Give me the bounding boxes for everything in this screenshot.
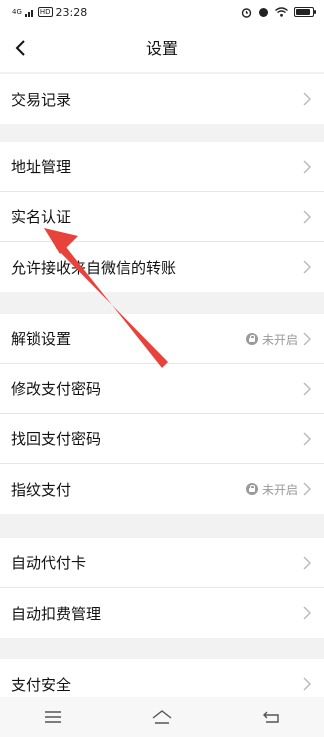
settings-group-auto-pay: 自动代付卡 自动扣费管理 xyxy=(0,538,324,638)
chevron-right-icon xyxy=(303,382,312,396)
back-return-icon[interactable] xyxy=(262,710,280,724)
settings-group-account: 地址管理 实名认证 允许接收来自微信的转账 xyxy=(0,142,324,292)
wifi-icon xyxy=(275,7,288,17)
chevron-right-icon xyxy=(303,160,312,174)
list-item-transaction-records[interactable]: 交易记录 xyxy=(0,74,324,124)
list-item-unlock-settings[interactable]: 解锁设置 未开启 xyxy=(0,314,324,364)
settings-group-records: 交易记录 xyxy=(0,74,324,124)
status-indicator: 未开启 xyxy=(245,314,298,364)
chevron-right-icon xyxy=(303,677,312,691)
list-item-label: 解锁设置 xyxy=(11,330,72,348)
clock: 23:28 xyxy=(55,5,88,19)
home-icon[interactable] xyxy=(151,709,173,725)
list-item-label: 实名认证 xyxy=(11,208,72,226)
list-item-auto-pay-card[interactable]: 自动代付卡 xyxy=(0,538,324,588)
lock-icon xyxy=(245,483,258,495)
chevron-right-icon xyxy=(303,482,312,496)
vpn-icon xyxy=(259,7,268,17)
list-item-payment-security[interactable]: 支付安全 xyxy=(0,659,324,697)
list-item-fingerprint-payment[interactable]: 指纹支付 未开启 xyxy=(0,464,324,514)
list-item-label: 地址管理 xyxy=(11,158,72,176)
list-item-auto-deduction-management[interactable]: 自动扣费管理 xyxy=(0,588,324,638)
list-item-label: 交易记录 xyxy=(11,90,72,109)
battery-icon xyxy=(294,7,316,17)
chevron-right-icon xyxy=(303,92,312,106)
list-item-real-name-verification[interactable]: 实名认证 xyxy=(0,192,324,242)
status-text: 未开启 xyxy=(261,332,298,347)
network-label: 4G xyxy=(12,7,22,16)
list-item-allow-wechat-transfer[interactable]: 允许接收来自微信的转账 xyxy=(0,242,324,292)
list-item-label: 允许接收来自微信的转账 xyxy=(11,258,177,277)
status-bar: 4G HD 23:28 xyxy=(0,0,324,24)
list-item-label: 自动扣费管理 xyxy=(11,604,102,623)
list-item-label: 修改支付密码 xyxy=(11,380,102,398)
lock-icon xyxy=(245,333,258,345)
list-item-recover-payment-password[interactable]: 找回支付密码 xyxy=(0,414,324,464)
list-item-label: 支付安全 xyxy=(11,675,72,694)
alarm-icon xyxy=(241,7,252,18)
menu-icon[interactable] xyxy=(44,710,62,724)
status-text: 未开启 xyxy=(261,482,298,497)
settings-group-security: 解锁设置 未开启 修改支付密码 找回支付密码 指纹支付 未开启 xyxy=(0,314,324,514)
page-title: 设置 xyxy=(145,39,178,58)
settings-group-payment-security: 支付安全 xyxy=(0,659,324,697)
list-item-label: 自动代付卡 xyxy=(11,554,87,572)
system-nav-bar xyxy=(0,697,324,737)
hd-badge: HD xyxy=(37,7,53,17)
chevron-right-icon xyxy=(303,332,312,346)
signal-icon xyxy=(24,9,33,17)
chevron-right-icon xyxy=(303,606,312,620)
list-item-label: 找回支付密码 xyxy=(11,430,102,448)
chevron-right-icon xyxy=(303,210,312,224)
chevron-right-icon xyxy=(303,432,312,446)
list-item-label: 指纹支付 xyxy=(11,480,72,499)
chevron-right-icon xyxy=(303,556,312,570)
list-item-address-management[interactable]: 地址管理 xyxy=(0,142,324,192)
list-item-change-payment-password[interactable]: 修改支付密码 xyxy=(0,364,324,414)
status-indicator: 未开启 xyxy=(245,464,298,514)
chevron-right-icon xyxy=(303,260,312,274)
nav-bar: 设置 xyxy=(0,24,324,72)
